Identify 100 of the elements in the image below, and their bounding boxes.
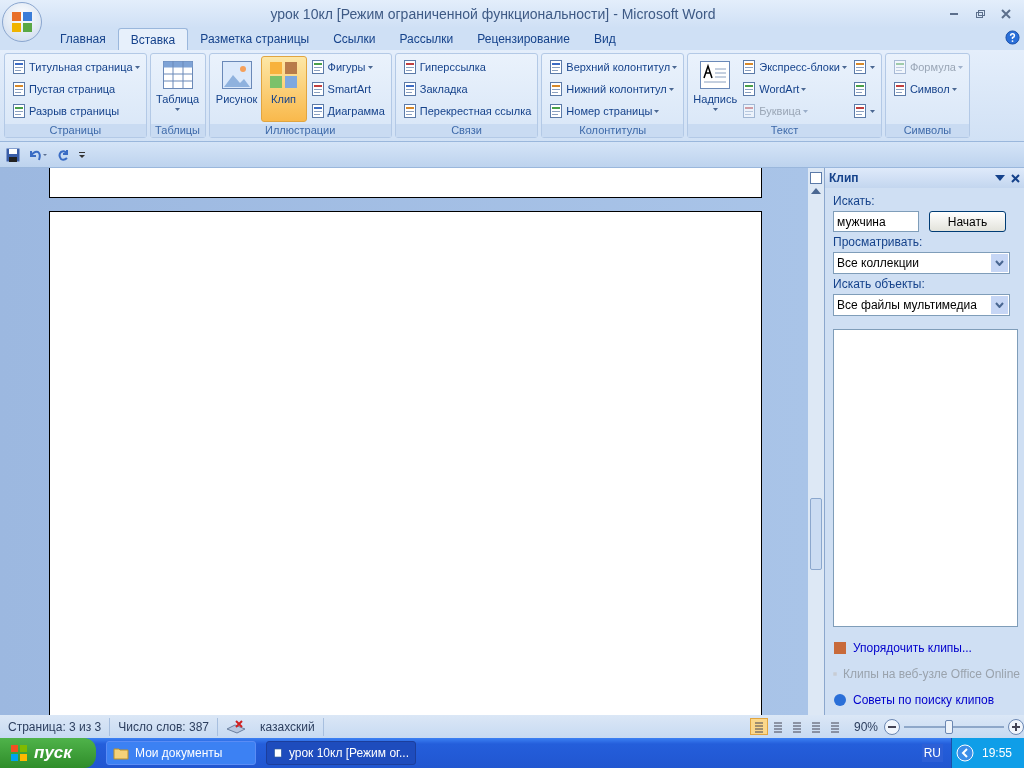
document-icon xyxy=(891,59,908,75)
lines-icon xyxy=(790,720,803,733)
clock: 19:55 xyxy=(981,746,1012,760)
start-button[interactable]: Начать xyxy=(929,211,1006,232)
ribbon-tab[interactable]: Рассылки xyxy=(387,28,466,50)
zoom-slider-thumb[interactable] xyxy=(945,719,953,734)
document-icon xyxy=(851,59,868,75)
ribbon-tab[interactable]: Разметка страницы xyxy=(188,28,322,50)
ribbon-button[interactable]: Диаграмма xyxy=(307,100,387,122)
close-icon[interactable] xyxy=(1011,173,1020,183)
document-icon xyxy=(851,103,868,119)
field-label: Искать: xyxy=(833,194,876,208)
pane-link[interactable]: Советы по поиску клипов xyxy=(853,692,995,707)
search-field[interactable]: мужчина xyxy=(833,211,919,232)
ribbon-tab[interactable]: Рецензирование xyxy=(465,28,582,50)
scroll-up-icon[interactable] xyxy=(811,188,821,194)
ribbon-button[interactable]: Пустая страница xyxy=(9,78,142,100)
ribbon-button[interactable]: SmartArt xyxy=(307,78,387,100)
ribbon-button[interactable]: Клип xyxy=(260,56,307,122)
document-icon xyxy=(741,59,758,75)
windows-logo-icon xyxy=(10,744,28,762)
document-icon xyxy=(741,81,758,97)
document-icon xyxy=(309,81,326,97)
close-button[interactable] xyxy=(998,7,1014,21)
zoom-level[interactable]: 90% xyxy=(843,719,884,734)
ribbon-button[interactable]: Нижний колонтитул xyxy=(546,78,680,100)
ribbon-button[interactable]: Титульная страница xyxy=(9,56,142,78)
pane-link[interactable]: Упорядочить клипы... xyxy=(853,640,972,655)
document-icon xyxy=(741,103,758,119)
table-icon xyxy=(161,60,194,90)
view-button[interactable] xyxy=(749,718,768,735)
ribbon-button[interactable]: Символ xyxy=(889,78,965,100)
document-icon xyxy=(548,81,565,97)
ribbon-tab[interactable]: Главная xyxy=(48,28,118,50)
lines-icon xyxy=(771,720,784,733)
chevron-down-icon xyxy=(995,260,1004,266)
pane-menu-icon[interactable] xyxy=(995,175,1005,181)
document-icon xyxy=(401,59,418,75)
zoom-out-button[interactable] xyxy=(884,718,900,735)
close-icon xyxy=(1001,9,1011,19)
document-icon xyxy=(309,59,326,75)
folder-icon xyxy=(113,745,129,761)
language-indicator[interactable]: RU xyxy=(921,744,943,762)
language-label[interactable]: казахский xyxy=(260,719,315,734)
ribbon-button[interactable]: Закладка xyxy=(399,78,534,100)
vertical-scrollbar[interactable] xyxy=(808,168,824,715)
group-label: Страницы xyxy=(5,124,146,137)
office-button[interactable] xyxy=(2,2,42,42)
lines-icon xyxy=(828,720,841,733)
group-label: Символы xyxy=(885,124,969,137)
ribbon-button[interactable]: Фигуры xyxy=(307,56,387,78)
document-icon xyxy=(891,81,908,97)
document-icon xyxy=(11,103,27,119)
word-count[interactable]: Число слов: 387 xyxy=(110,717,218,736)
ribbon-button[interactable]: Разрыв страницы xyxy=(9,100,142,122)
document-icon xyxy=(401,81,418,97)
lines-icon xyxy=(809,720,822,733)
document-icon xyxy=(273,745,283,761)
ruler-toggle-icon[interactable] xyxy=(810,172,822,184)
text-box-icon xyxy=(699,60,732,90)
ribbon-tab[interactable]: Вид xyxy=(581,28,628,50)
ribbon-button[interactable]: Таблица xyxy=(154,56,201,122)
collections-dropdown[interactable]: Все коллекции xyxy=(833,252,1010,274)
chevron-down-icon xyxy=(995,302,1004,308)
taskbar-button[interactable]: урок 10кл [Режим ог... xyxy=(266,741,416,765)
document-icon xyxy=(11,81,27,97)
ribbon-button[interactable]: Верхний колонтитул xyxy=(546,56,680,78)
group-label: Колонтитулы xyxy=(542,124,684,137)
redo-button[interactable] xyxy=(56,147,70,162)
ribbon-tab[interactable]: Вставка xyxy=(117,28,189,50)
document-icon xyxy=(548,59,565,75)
group-label: Таблицы xyxy=(150,124,205,137)
media-type-dropdown[interactable]: Все файлы мультимедиа xyxy=(833,294,1010,316)
document-icon xyxy=(11,59,27,75)
ribbon-tab[interactable]: Ссылки xyxy=(321,28,388,50)
clipart-icon xyxy=(267,60,300,90)
ribbon-button[interactable]: WordArt xyxy=(739,78,849,100)
scroll-thumb[interactable] xyxy=(810,498,822,570)
group-label: Связи xyxy=(395,124,538,137)
document-icon xyxy=(401,103,418,119)
ribbon-button[interactable]: Рисунок xyxy=(213,56,260,122)
chevron-left-icon[interactable] xyxy=(955,744,974,762)
window-title: урок 10кл [Режим ограниченной функциональности] - Microsoft Word xyxy=(269,6,717,22)
zoom-in-button[interactable] xyxy=(1008,718,1024,735)
office-logo-icon xyxy=(10,10,34,34)
ribbon-button[interactable]: Надпись xyxy=(692,56,739,122)
picture-icon xyxy=(220,60,253,90)
ribbon-button[interactable]: Экспресс-блоки xyxy=(739,56,849,78)
ribbon-button[interactable]: Гиперссылка xyxy=(399,56,534,78)
plus-icon xyxy=(1012,722,1020,731)
group-label: Иллюстрации xyxy=(209,124,391,137)
field-label: Искать объекты: xyxy=(833,277,926,291)
taskbar-button[interactable]: Мои документы xyxy=(106,741,256,765)
ribbon-button[interactable]: Перекрестная ссылка xyxy=(399,100,534,122)
spelling-error-icon[interactable] xyxy=(226,719,246,734)
customize-toolbar-button[interactable] xyxy=(78,150,86,159)
lines-icon xyxy=(752,720,765,733)
page-count[interactable]: Страница: 3 из 3 xyxy=(0,717,111,736)
save-button[interactable] xyxy=(6,147,20,162)
ribbon-button[interactable]: Номер страницы xyxy=(546,100,680,122)
